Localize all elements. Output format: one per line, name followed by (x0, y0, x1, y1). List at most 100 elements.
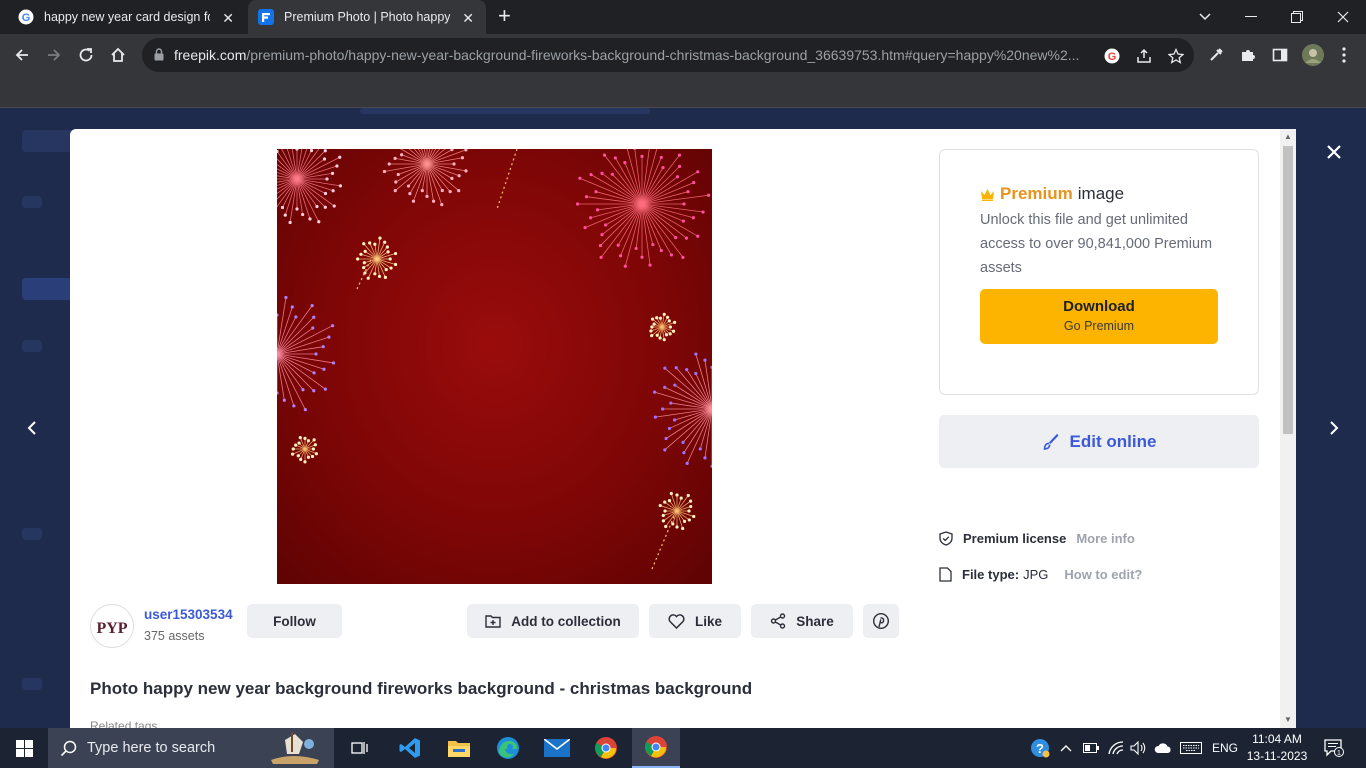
backdrop-block (360, 108, 650, 114)
share-button[interactable]: Share (751, 604, 853, 638)
premium-highlight: Premium (1000, 184, 1073, 203)
share-icon (771, 613, 786, 629)
firework-burst (382, 149, 468, 207)
start-button[interactable] (0, 728, 48, 768)
close-modal-button[interactable] (1320, 138, 1348, 166)
premium-suffix: image (1077, 184, 1125, 203)
chrome-taskbar-app[interactable] (582, 728, 630, 768)
firework-burst (576, 149, 711, 268)
google-lens-icon[interactable]: G (1102, 46, 1122, 66)
mail-taskbar-app[interactable] (533, 728, 581, 768)
bookmark-star-icon[interactable] (1166, 46, 1186, 66)
side-panel-icon[interactable] (1270, 45, 1290, 65)
file-explorer-taskbar-app[interactable] (435, 728, 483, 768)
firework-burst (649, 312, 677, 342)
more-info-link[interactable]: More info (1076, 531, 1135, 546)
like-label: Like (694, 613, 722, 629)
scroll-up-arrow-icon[interactable]: ▲ (1283, 132, 1293, 142)
address-bar[interactable]: freepik.com/premium-photo/happy-new-year… (142, 38, 1194, 72)
svg-text:G: G (1108, 51, 1117, 63)
license-label: Premium license (963, 531, 1067, 546)
language-indicator[interactable]: ENG (1212, 728, 1238, 768)
edge-taskbar-app[interactable] (484, 728, 532, 768)
close-icon (1327, 145, 1341, 159)
browser-toolbar: freepik.com/premium-photo/happy-new-year… (0, 34, 1366, 76)
taskbar-search-box[interactable]: Type here to search (48, 728, 334, 768)
sparkle-trail (496, 149, 518, 210)
follow-button[interactable]: Follow (247, 604, 342, 638)
how-to-edit-link[interactable]: How to edit? (1064, 567, 1142, 582)
like-button[interactable]: Like (649, 604, 741, 638)
url-text[interactable]: freepik.com/premium-photo/happy-new-year… (174, 47, 1092, 63)
minimize-button[interactable] (1228, 0, 1274, 34)
fireworks-image (277, 149, 712, 570)
backdrop-block (22, 340, 42, 352)
extensions-puzzle-icon[interactable] (1238, 45, 1258, 65)
pinterest-button[interactable] (863, 604, 899, 638)
svg-text:1: 1 (1337, 750, 1341, 757)
chrome-icon (645, 736, 667, 758)
close-tab-icon[interactable]: ✕ (462, 10, 474, 27)
author-avatar[interactable]: PYP (90, 604, 134, 648)
show-hidden-icons-chevron-icon[interactable] (1060, 728, 1072, 768)
home-button[interactable] (104, 41, 132, 69)
vscode-taskbar-app[interactable] (386, 728, 434, 768)
forward-button[interactable] (40, 41, 68, 69)
scroll-thumb[interactable] (1283, 146, 1293, 434)
brush-icon (1043, 433, 1059, 450)
windows-logo-icon (15, 739, 33, 757)
modal-scrollbar[interactable]: ▲ ▼ (1280, 129, 1296, 728)
close-tab-icon[interactable]: ✕ (222, 10, 234, 27)
premium-description: Unlock this file and get unlimited acces… (980, 212, 1213, 276)
edit-online-button[interactable]: Edit online (939, 415, 1259, 468)
preview-photo[interactable] (277, 149, 712, 584)
shield-check-icon (939, 531, 953, 546)
previous-photo-button[interactable] (18, 414, 46, 442)
file-icon (939, 567, 952, 582)
follow-label: Follow (273, 613, 316, 629)
photo-detail-modal: PYP user15303534 375 assets Follow Add t… (70, 129, 1296, 728)
firework-burst (290, 436, 318, 464)
add-to-collection-label: Add to collection (511, 613, 621, 629)
task-view-icon (351, 742, 368, 754)
profile-avatar[interactable] (1302, 44, 1324, 66)
eyedropper-extension-icon[interactable] (1206, 45, 1226, 65)
firework-burst (356, 236, 398, 280)
svg-text:PYP: PYP (96, 620, 127, 637)
keyboard-icon[interactable] (1180, 728, 1202, 768)
restore-button[interactable] (1274, 0, 1320, 34)
edit-online-label: Edit online (1069, 431, 1157, 451)
onedrive-cloud-icon[interactable] (1154, 728, 1172, 768)
close-window-button[interactable] (1320, 0, 1366, 34)
back-button[interactable] (8, 41, 36, 69)
browser-tab-freepik[interactable]: Premium Photo | Photo happy ne ✕ (248, 0, 486, 34)
download-button[interactable]: Download Go Premium (980, 289, 1218, 344)
reload-button[interactable] (72, 41, 100, 69)
browser-tab-google[interactable]: G happy new year card design for t ✕ (8, 0, 246, 34)
photo-title: Photo happy new year background firework… (90, 679, 753, 698)
new-tab-button[interactable]: + (498, 5, 511, 27)
tab-title: Premium Photo | Photo happy ne (284, 10, 450, 24)
help-tray-icon[interactable]: ? (1030, 728, 1050, 768)
chrome-active-taskbar-app[interactable] (632, 728, 680, 768)
system-clock[interactable]: 11:04 AM 13-11-2023 (1244, 731, 1310, 765)
heart-icon (668, 613, 685, 629)
vscode-icon (399, 738, 420, 758)
volume-icon[interactable] (1130, 728, 1148, 768)
task-view-button[interactable] (336, 728, 384, 768)
premium-card: Premium image Unlock this file and get u… (939, 149, 1259, 395)
scroll-down-arrow-icon[interactable]: ▼ (1283, 715, 1293, 725)
notification-center-icon[interactable]: 1 (1324, 728, 1344, 768)
battery-icon[interactable] (1083, 728, 1099, 768)
share-page-icon[interactable] (1134, 46, 1154, 66)
search-highlight-illustration (271, 732, 320, 764)
next-photo-button[interactable] (1320, 414, 1348, 442)
author-name-link[interactable]: user15303534 (144, 607, 233, 622)
add-to-collection-button[interactable]: Add to collection (467, 604, 639, 638)
browser-menu-icon[interactable] (1334, 45, 1354, 65)
share-label: Share (796, 613, 834, 629)
lock-icon[interactable] (154, 48, 164, 61)
tab-search-chevron-icon[interactable] (1182, 0, 1228, 34)
file-type-label: File type: (962, 567, 1020, 582)
wifi-icon[interactable] (1108, 728, 1124, 768)
